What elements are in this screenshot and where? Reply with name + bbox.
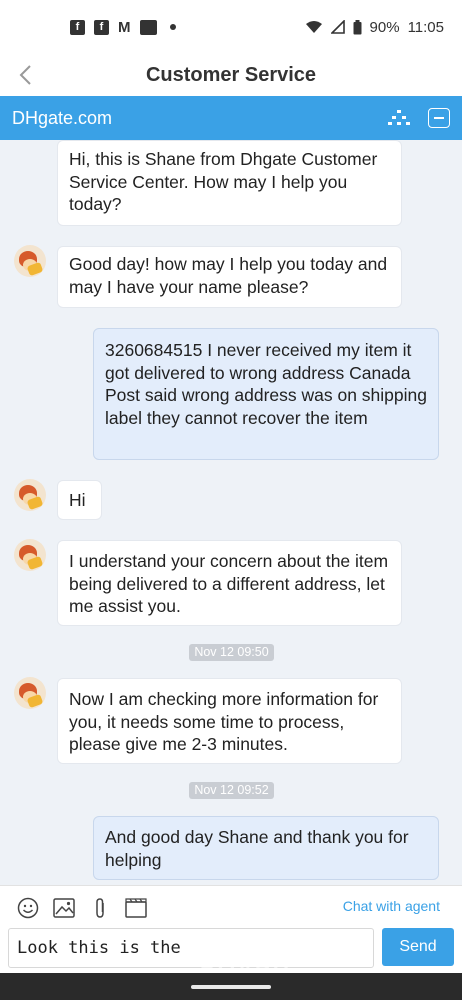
system-status: 90% 11:05 [305,19,444,36]
agent-message: Hi [57,480,102,520]
send-button[interactable]: Send [382,928,454,966]
gmail-icon: M [118,18,131,36]
home-gesture-bar[interactable] [191,985,271,989]
agent-avatar [14,539,46,571]
signal-icon [330,20,345,34]
status-bar: f f M 90% 11:05 [0,0,462,54]
agent-avatar [14,479,46,511]
timestamp: Nov 12 09:52 [189,782,274,799]
attach-button[interactable] [88,896,112,920]
facebook-icon: f [70,19,85,35]
brand-name: DHgate.com [12,107,113,128]
brand-tools [388,108,450,128]
image-icon [53,898,75,918]
back-button[interactable] [10,58,40,92]
dot-icon [169,24,176,30]
image-button[interactable] [52,896,76,920]
message-input[interactable] [8,928,374,968]
clock: 11:05 [407,18,444,36]
photo-icon [139,19,157,35]
wifi-icon [305,21,322,33]
battery-icon [353,19,362,34]
app-header: Customer Service [0,54,462,96]
user-message: And good day Shane and thank you for hel… [93,816,439,880]
agent-message: Hi, this is Shane from Dhgate Customer S… [57,140,402,226]
notification-icons: f f M [70,19,176,36]
video-button[interactable] [124,896,148,920]
video-icon [125,898,147,918]
agent-avatar [14,245,46,277]
system-nav-bar [0,973,462,1000]
agent-message: Good day! how may I help you today and m… [57,246,402,308]
brand-bar: DHgate.com [0,96,462,140]
smiley-icon [17,897,39,919]
tree-icon[interactable] [388,109,410,127]
emoji-button[interactable] [16,896,40,920]
agent-avatar [14,677,46,709]
paperclip-icon [96,898,104,918]
chat-area[interactable]: Hi, this is Shane from Dhgate Customer S… [0,140,462,885]
user-message: 3260684515 I never received my item it g… [93,328,439,460]
chevron-left-icon [19,65,31,85]
agent-message: Now I am checking more information for y… [57,678,402,764]
battery-percent: 90% [369,18,400,36]
page-title: Customer Service [145,63,317,86]
facebook-icon: f [94,19,109,35]
timestamp: Nov 12 09:50 [189,644,274,661]
agent-message: I understand your concern about the item… [57,540,402,626]
chat-with-agent-link[interactable]: Chat with agent [343,898,440,914]
minimize-button[interactable] [428,108,450,128]
input-toolbar [16,896,148,920]
minimize-icon [434,117,444,119]
